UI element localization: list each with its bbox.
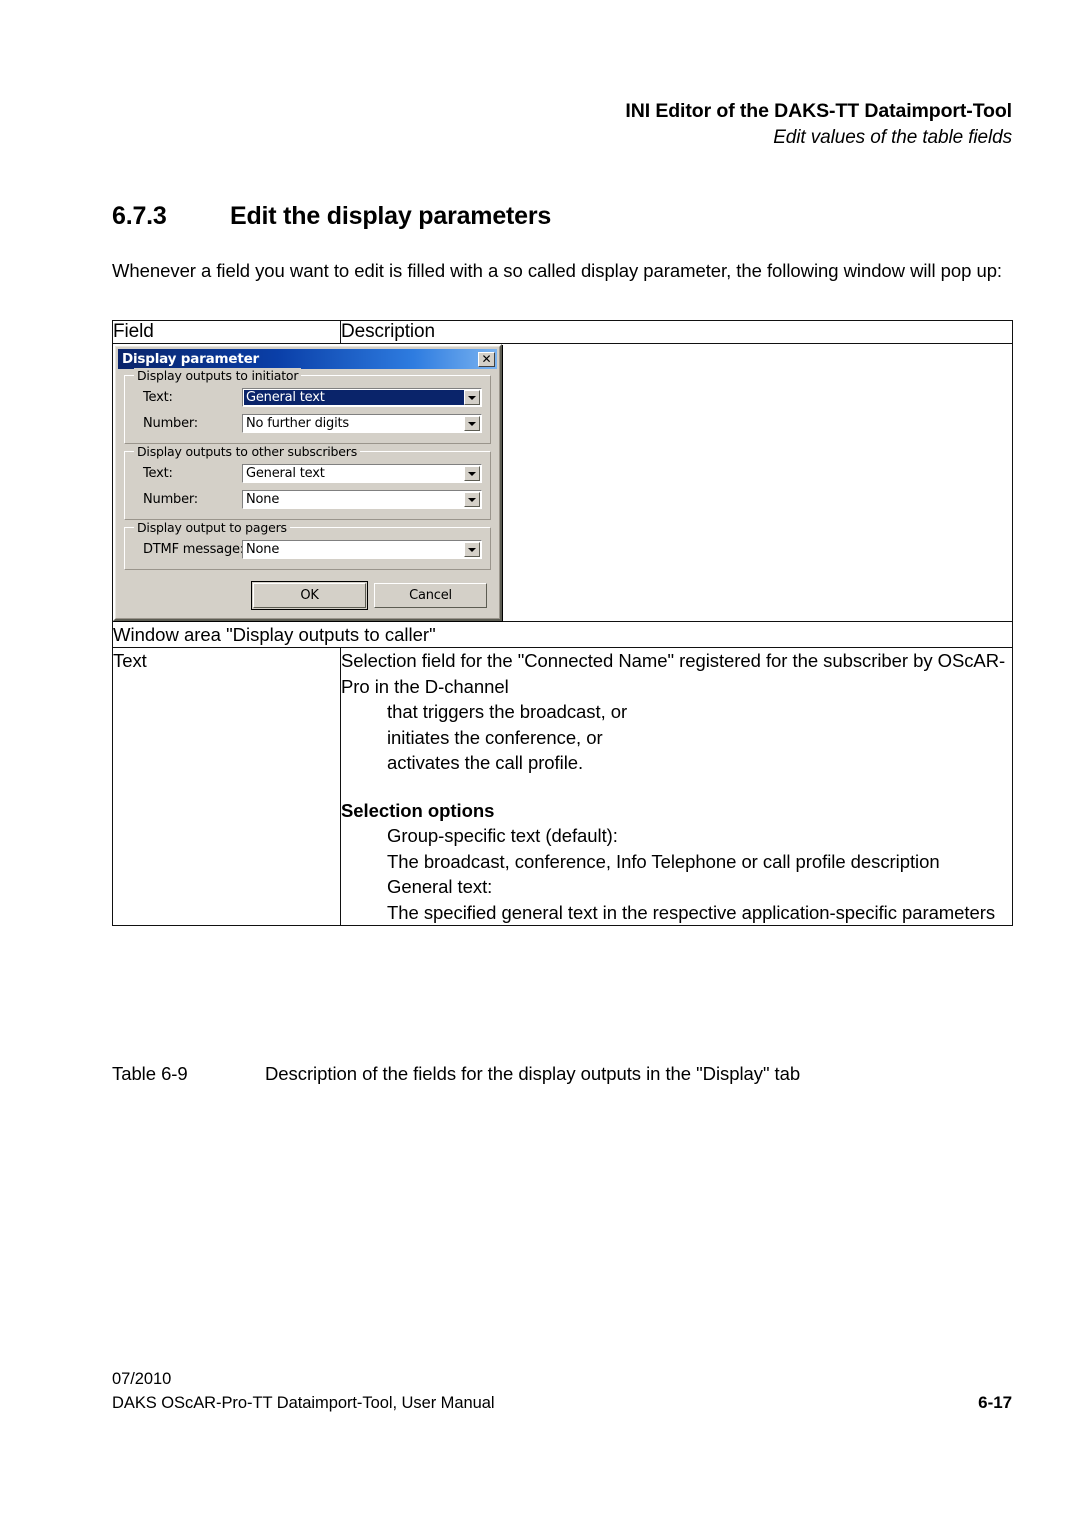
table-header-description: Description <box>340 320 1013 344</box>
dialog-inner-frame: Display parameter ✕ Display outputs to i… <box>115 346 500 619</box>
row-field-name: Text <box>112 647 341 926</box>
field-description-table: Field Description Display parameter ✕ Di… <box>112 320 1013 926</box>
section-heading: 6.7.3 Edit the display parameters <box>112 202 1012 231</box>
footer-page-number: 6-17 <box>978 1393 1012 1412</box>
footer-bottom-row: DAKS OScAR-Pro-TT Dataimport-Tool, User … <box>112 1391 1012 1415</box>
field-row-dtmf-message: DTMF message: None <box>133 540 482 559</box>
combo-subscribers-number[interactable]: None <box>242 490 482 509</box>
cancel-button[interactable]: Cancel <box>374 583 487 608</box>
description-line: initiates the conference, or <box>387 726 603 748</box>
chevron-down-icon[interactable] <box>464 390 480 405</box>
running-header-title: INI Editor of the DAKS-TT Dataimport-Too… <box>625 100 1012 122</box>
table-header-row: Field Description <box>112 320 1013 344</box>
combo-value: General text <box>244 390 464 405</box>
section-number: 6.7.3 <box>112 202 167 230</box>
combo-initiator-number[interactable]: No further digits <box>242 414 482 433</box>
running-header-subtitle: Edit values of the table fields <box>773 127 1012 148</box>
description-line: activates the call profile. <box>387 752 584 773</box>
field-row-initiator-text: Text: General text <box>133 388 482 407</box>
section-title: Edit the display parameters <box>230 202 552 230</box>
row-description: Selection field for the "Connected Name"… <box>340 647 1013 926</box>
table-row: Text Selection field for the "Connected … <box>112 647 1013 926</box>
groupbox-legend: Display output to pagers <box>134 520 290 535</box>
combo-value: General text <box>246 466 325 481</box>
table-row-dialog-screenshot: Display parameter ✕ Display outputs to i… <box>112 343 1013 622</box>
field-row-subscribers-text: Text: General text <box>133 464 482 483</box>
ok-button[interactable]: OK <box>251 581 368 610</box>
field-label-number: Number: <box>143 416 198 431</box>
chevron-down-icon[interactable] <box>464 542 480 557</box>
display-parameter-dialog: Display parameter ✕ Display outputs to i… <box>113 344 502 621</box>
intro-paragraph: Whenever a field you want to edit is fil… <box>112 260 1003 281</box>
dialog-screenshot-cell: Display parameter ✕ Display outputs to i… <box>112 343 1013 622</box>
combo-value: None <box>246 492 280 507</box>
footer-date: 07/2010 <box>112 1370 172 1388</box>
combo-value: No further digits <box>246 416 349 431</box>
chevron-down-icon[interactable] <box>464 492 480 507</box>
selection-options-heading: Selection options <box>341 799 495 821</box>
field-label-dtmf-message: DTMF message: <box>143 542 244 557</box>
description-line: The specified general text in the respec… <box>387 901 996 923</box>
close-icon[interactable]: ✕ <box>478 351 495 367</box>
chevron-down-icon[interactable] <box>464 416 480 431</box>
page-footer: 07/2010 DAKS OScAR-Pro-TT Dataimport-Too… <box>112 1368 1012 1415</box>
table-caption-label: Table 6-9 <box>112 1063 188 1084</box>
description-line: that triggers the broadcast, or <box>387 701 628 722</box>
field-label-text: Text: <box>143 466 173 481</box>
description-line: The broadcast, conference, Info Telephon… <box>387 850 940 872</box>
groupbox-display-outputs-to-initiator: Display outputs to initiator Text: Gener… <box>124 368 491 444</box>
groupbox-inner: Text: General text Number: <box>124 451 491 520</box>
dialog-title: Display parameter <box>122 351 259 367</box>
description-line: Selection field for the "Connected Name"… <box>341 650 1006 697</box>
field-label-number: Number: <box>143 492 198 507</box>
groupbox-display-output-to-pagers: Display output to pagers DTMF message: N… <box>124 520 491 570</box>
table-caption-text: Description of the fields for the displa… <box>265 1063 801 1084</box>
description-line: General text: <box>387 876 493 897</box>
field-label-text: Text: <box>143 390 173 405</box>
groupbox-display-outputs-to-other-subscribers: Display outputs to other subscribers Tex… <box>124 444 491 520</box>
dialog-titlebar[interactable]: Display parameter ✕ <box>118 349 497 369</box>
table-header-field: Field <box>112 320 341 344</box>
combo-dtmf-message[interactable]: None <box>242 540 482 559</box>
window-area-label: Window area "Display outputs to caller" <box>112 621 1013 648</box>
running-header: INI Editor of the DAKS-TT Dataimport-Too… <box>112 98 1012 152</box>
dialog-button-row: OK Cancel <box>124 577 491 610</box>
groupbox-inner: Text: General text Number: <box>124 375 491 444</box>
dialog-body: Display outputs to initiator Text: Gener… <box>118 368 497 616</box>
chevron-down-icon[interactable] <box>464 466 480 481</box>
description-line: Group-specific text (default): <box>387 825 618 846</box>
manual-page: INI Editor of the DAKS-TT Dataimport-Too… <box>0 0 1080 1527</box>
field-row-subscribers-number: Number: None <box>133 490 482 509</box>
footer-manual-title: DAKS OScAR-Pro-TT Dataimport-Tool, User … <box>112 1394 495 1412</box>
table-row-window-area: Window area "Display outputs to caller" <box>112 621 1013 648</box>
combo-subscribers-text[interactable]: General text <box>242 464 482 483</box>
groupbox-legend: Display outputs to initiator <box>134 368 302 383</box>
combo-value: None <box>246 542 280 557</box>
combo-initiator-text[interactable]: General text <box>242 388 482 407</box>
table-caption: Table 6-9 Description of the fields for t… <box>112 1063 1012 1085</box>
groupbox-legend: Display outputs to other subscribers <box>134 444 361 459</box>
field-row-initiator-number: Number: No further digits <box>133 414 482 433</box>
